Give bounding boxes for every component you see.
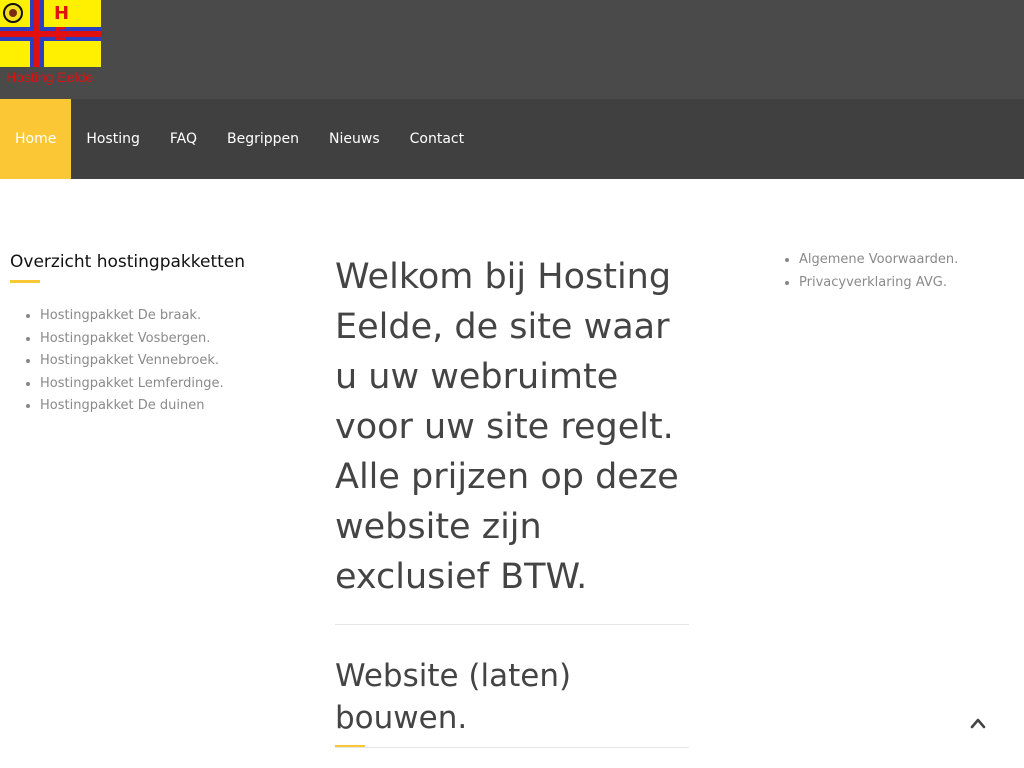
divider — [335, 747, 689, 748]
sidebar-hosting-packages: Overzicht hostingpakketten Hostingpakket… — [10, 252, 290, 418]
site-name[interactable]: Hosting Eelde — [6, 69, 93, 85]
package-link-de-braak[interactable]: Hostingpakket De braak. — [40, 308, 201, 323]
terms-link[interactable]: Algemene Voorwaarden. — [799, 252, 958, 267]
list-item: Hostingpakket Lemferdinge. — [40, 373, 290, 396]
section-heading: Website (laten) bouwen. — [335, 658, 572, 736]
legal-link-list: Algemene Voorwaarden. Privacyverklaring … — [769, 249, 1009, 294]
package-link-lemferdinge[interactable]: Hostingpakket Lemferdinge. — [40, 376, 224, 391]
chevron-up-icon — [970, 718, 986, 729]
list-item: Privacyverklaring AVG. — [799, 272, 1009, 295]
package-link-vosbergen[interactable]: Hostingpakket Vosbergen. — [40, 331, 210, 346]
divider — [335, 624, 689, 625]
package-link-de-duinen[interactable]: Hostingpakket De duinen — [40, 398, 204, 413]
main-content: Welkom bij Hosting Eelde, de site waar u… — [335, 252, 689, 748]
sidebar-legal-links: Algemene Voorwaarden. Privacyverklaring … — [769, 249, 1009, 294]
nav-item-contact[interactable]: Contact — [395, 99, 479, 179]
widget-title: Overzicht hostingpakketten — [10, 252, 246, 272]
logo-emblem-icon — [3, 3, 23, 23]
main-navigation: Home Hosting FAQ Begrippen Nieuws Contac… — [0, 99, 1024, 179]
nav-item-nieuws[interactable]: Nieuws — [314, 99, 395, 179]
top-header: H E Hosting Eelde — [0, 0, 1024, 99]
scroll-to-top-button[interactable] — [963, 708, 993, 738]
nav-item-begrippen[interactable]: Begrippen — [212, 99, 314, 179]
nav-item-faq[interactable]: FAQ — [155, 99, 212, 179]
list-item: Hostingpakket Vosbergen. — [40, 328, 290, 351]
package-link-vennebroek[interactable]: Hostingpakket Vennebroek. — [40, 353, 219, 368]
nav-item-hosting[interactable]: Hosting — [71, 99, 155, 179]
hosting-package-list: Hostingpakket De braak. Hostingpakket Vo… — [10, 305, 290, 418]
title-underline — [10, 280, 40, 283]
privacy-link[interactable]: Privacyverklaring AVG. — [799, 275, 947, 290]
site-logo[interactable]: H E — [0, 0, 101, 67]
list-item: Hostingpakket Vennebroek. — [40, 350, 290, 373]
page-title: Welkom bij Hosting Eelde, de site waar u… — [335, 257, 679, 597]
list-item: Algemene Voorwaarden. — [799, 249, 1009, 272]
logo-letters: H E — [54, 3, 78, 45]
list-item: Hostingpakket De braak. — [40, 305, 290, 328]
list-item: Hostingpakket De duinen — [40, 395, 290, 418]
nav-item-home[interactable]: Home — [0, 99, 72, 179]
